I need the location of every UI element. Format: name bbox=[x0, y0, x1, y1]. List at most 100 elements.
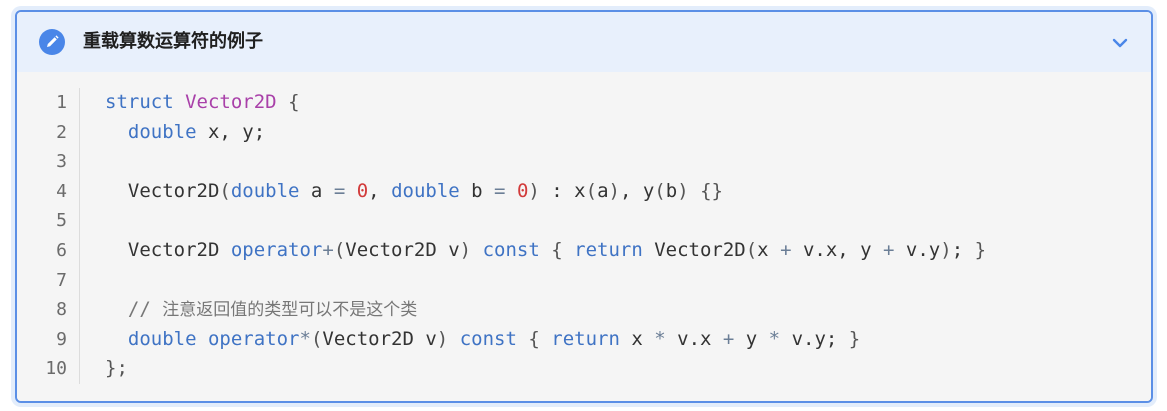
code-line: // 注意返回值的类型可以不是这个类 bbox=[105, 295, 986, 325]
admonition-title: 重载算数运算符的例子 bbox=[83, 31, 263, 52]
code-token: { bbox=[551, 238, 563, 261]
code-token: double bbox=[230, 179, 300, 202]
chevron-down-icon[interactable] bbox=[1109, 32, 1131, 54]
code-token: x bbox=[619, 327, 655, 350]
line-number: 6 bbox=[56, 239, 67, 261]
code-token: b bbox=[459, 179, 495, 202]
code-token: x bbox=[757, 238, 781, 261]
code-token: + bbox=[883, 238, 895, 261]
code-token: // bbox=[127, 298, 163, 321]
code-token: * bbox=[299, 327, 311, 350]
code-token: , y bbox=[619, 179, 655, 202]
code-token: v.x, y bbox=[791, 238, 884, 261]
code-token: Vector2D v bbox=[345, 238, 460, 261]
line-number: 9 bbox=[56, 328, 67, 350]
code-token: ( bbox=[310, 327, 323, 350]
code-token: Vector2D bbox=[642, 238, 746, 261]
code-token: double bbox=[391, 179, 460, 202]
code-token: double bbox=[127, 327, 197, 350]
code-token: 0 bbox=[516, 179, 529, 202]
line-number: 10 bbox=[45, 358, 67, 380]
code-token: ( bbox=[333, 238, 346, 261]
code-line: Vector2D(double a = 0, double b = 0) : x… bbox=[105, 177, 986, 207]
pencil-icon bbox=[39, 29, 65, 55]
code-token: x, y; bbox=[196, 120, 266, 143]
code-token: * bbox=[654, 327, 666, 350]
code-token: v.y bbox=[894, 238, 941, 261]
code-token: + bbox=[780, 238, 792, 261]
code-token: v.y; bbox=[780, 327, 849, 350]
code-token: ) bbox=[459, 238, 472, 261]
code-token: ) bbox=[940, 238, 952, 261]
line-number: 5 bbox=[56, 210, 67, 232]
code-token: + bbox=[322, 238, 334, 261]
line-number: 7 bbox=[56, 269, 67, 291]
code-token: 注意返回值的类型可以不是这个类 bbox=[162, 300, 418, 321]
code-lines: struct Vector2D { double x, y; Vector2D(… bbox=[105, 88, 986, 384]
code-token: } bbox=[848, 327, 861, 350]
code-token: a bbox=[597, 179, 609, 202]
code-token: ) bbox=[528, 179, 540, 202]
code-token: v.x bbox=[665, 327, 723, 350]
code-line: Vector2D operator+(Vector2D v) const { r… bbox=[105, 236, 986, 266]
code-token: , bbox=[368, 179, 392, 202]
code-line: struct Vector2D { bbox=[105, 88, 986, 118]
code-token: ( bbox=[219, 179, 231, 202]
code-token: Vector2D bbox=[185, 91, 277, 113]
code-token: ; bbox=[951, 238, 975, 261]
line-number: 2 bbox=[56, 121, 67, 143]
code-token: a bbox=[299, 179, 334, 202]
code-token: const bbox=[459, 327, 517, 350]
code-line: double x, y; bbox=[105, 118, 986, 148]
code-token: } bbox=[974, 238, 987, 261]
example-admonition: 重载算数运算符的例子 1 2 3 4 5 6 7 8 9 10 struct Vector2D {… bbox=[15, 10, 1153, 403]
code-token: : x bbox=[539, 179, 586, 202]
code-token: 0 bbox=[356, 179, 369, 202]
code-token: {} bbox=[700, 179, 723, 202]
code-token: Vector2D bbox=[105, 179, 220, 202]
code-token: struct bbox=[105, 91, 174, 113]
code-token: y bbox=[734, 327, 769, 350]
code-token: operator bbox=[230, 238, 323, 261]
code-token: * bbox=[768, 327, 781, 350]
code-line: double operator*(Vector2D v) const { ret… bbox=[105, 325, 986, 355]
code-token: b bbox=[665, 179, 678, 202]
code-token: = bbox=[494, 179, 506, 202]
code-token: }; bbox=[105, 357, 128, 380]
code-block: 1 2 3 4 5 6 7 8 9 10 struct Vector2D { double x, … bbox=[17, 72, 1151, 401]
code-token: ( bbox=[585, 179, 598, 202]
code-token: { bbox=[528, 327, 540, 350]
code-token: Vector2D bbox=[105, 238, 231, 261]
code-token: double bbox=[127, 120, 197, 143]
line-number: 4 bbox=[56, 180, 67, 202]
code-token: Vector2D v bbox=[322, 327, 437, 350]
line-number-gutter: 1 2 3 4 5 6 7 8 9 10 bbox=[17, 88, 80, 384]
code-token: ( bbox=[745, 238, 758, 261]
code-token: { bbox=[288, 91, 300, 113]
admonition-header[interactable]: 重载算数运算符的例子 bbox=[17, 12, 1151, 72]
code-token: return bbox=[574, 238, 643, 261]
code-token: return bbox=[551, 327, 620, 350]
line-number: 1 bbox=[56, 92, 67, 113]
code-token: ) bbox=[677, 179, 689, 202]
code-token: operator bbox=[207, 327, 300, 350]
line-number: 3 bbox=[56, 151, 67, 173]
code-token: ( bbox=[654, 179, 666, 202]
line-number: 8 bbox=[56, 299, 67, 321]
code-line: }; bbox=[105, 354, 986, 384]
